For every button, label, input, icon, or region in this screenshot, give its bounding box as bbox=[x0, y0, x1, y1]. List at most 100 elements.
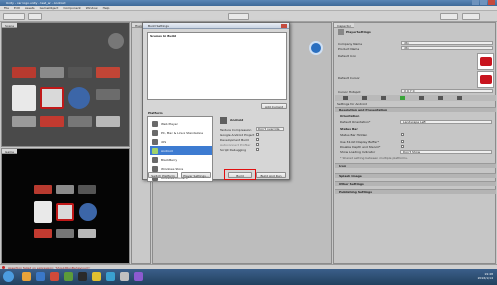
android-logo-icon bbox=[220, 117, 227, 124]
splash-image-section[interactable]: Splash Image bbox=[335, 173, 496, 178]
ios-platform-icon[interactable] bbox=[381, 96, 386, 100]
car-logo-image bbox=[40, 116, 64, 127]
scene-tab[interactable]: Scene bbox=[2, 23, 18, 28]
clock-date: 2016/1/14 bbox=[477, 276, 493, 280]
build-button-highlight bbox=[224, 169, 256, 180]
game-tab[interactable]: Game bbox=[2, 149, 17, 154]
scene-panel: Scene bbox=[1, 22, 130, 147]
maximize-button[interactable] bbox=[480, 0, 487, 5]
menu-help[interactable]: Help bbox=[103, 6, 110, 10]
switch-platform-button[interactable]: Switch Platform bbox=[148, 172, 178, 178]
google-android-project-checkbox[interactable] bbox=[256, 133, 259, 136]
add-current-button[interactable]: Add Current bbox=[261, 103, 287, 109]
mustang-logo-image bbox=[34, 201, 52, 223]
pivot-toggle[interactable] bbox=[28, 13, 42, 20]
car-logo-image bbox=[12, 67, 36, 78]
disable-depth-checkbox[interactable] bbox=[401, 145, 404, 148]
resolution-section[interactable]: Resolution and Presentation bbox=[335, 107, 496, 112]
company-name-field[interactable]: dtn bbox=[401, 41, 493, 45]
webplayer-icon bbox=[152, 120, 158, 127]
transform-tools[interactable] bbox=[3, 13, 25, 20]
show-loading-dropdown[interactable]: Don't Show bbox=[400, 150, 492, 154]
taskbar: 19:48 2016/1/14 bbox=[0, 269, 497, 285]
build-and-run-button[interactable]: Build And Run bbox=[256, 172, 286, 178]
car-logo-image bbox=[96, 116, 120, 127]
menu-file[interactable]: File bbox=[4, 6, 9, 10]
default-orientation-label: Default Orientation* bbox=[340, 120, 371, 124]
blackberry-platform-icon[interactable] bbox=[419, 96, 424, 100]
webplayer-platform-icon[interactable] bbox=[362, 96, 367, 100]
cursor-hotspot-field[interactable]: X 0 Y 0 bbox=[401, 89, 493, 93]
car-logo-image bbox=[68, 116, 92, 127]
platform-webplayer[interactable]: Web Player bbox=[150, 119, 212, 128]
app-taskbar-icon-2[interactable] bbox=[106, 272, 115, 281]
platform-android[interactable]: Android bbox=[150, 146, 212, 155]
script-debugging-checkbox[interactable] bbox=[256, 148, 259, 151]
bmw-logo-image bbox=[79, 203, 97, 221]
status-bar-hidden-checkbox[interactable] bbox=[401, 133, 404, 136]
texture-compression-label: Texture Compression bbox=[220, 128, 252, 132]
start-button-icon[interactable] bbox=[3, 271, 14, 282]
inspector-title: PlayerSettings bbox=[346, 30, 371, 34]
player-settings-button[interactable]: Player Settings... bbox=[181, 172, 211, 178]
taskbar-clock[interactable]: 19:48 2016/1/14 bbox=[478, 272, 493, 280]
app-taskbar-icon-4[interactable] bbox=[134, 272, 143, 281]
mustang-logo-image bbox=[12, 85, 36, 111]
play-controls[interactable] bbox=[228, 13, 249, 20]
settings-for-label: Settings for Android bbox=[337, 102, 367, 106]
menu-assets[interactable]: Assets bbox=[25, 6, 35, 10]
menu-edit[interactable]: Edit bbox=[14, 6, 20, 10]
standalone-icon bbox=[152, 129, 158, 136]
media-taskbar-icon[interactable] bbox=[50, 272, 59, 281]
close-window-button[interactable] bbox=[488, 0, 495, 5]
standalone-platform-icon[interactable] bbox=[343, 96, 348, 100]
status-bar-hidden-label: Status Bar Hidden bbox=[340, 133, 368, 137]
inspector-tab[interactable]: Inspector bbox=[334, 23, 354, 28]
app-taskbar-icon[interactable] bbox=[64, 272, 73, 281]
car-logo-image bbox=[56, 185, 74, 194]
product-name-field[interactable]: dtn bbox=[401, 46, 493, 50]
development-build-checkbox[interactable] bbox=[256, 138, 259, 141]
layout-dropdown[interactable] bbox=[462, 13, 480, 20]
dialog-title: Build Settings bbox=[148, 24, 169, 28]
layers-dropdown[interactable] bbox=[440, 13, 458, 20]
windows-store-platform-icon[interactable] bbox=[438, 96, 443, 100]
minimize-button[interactable] bbox=[472, 0, 479, 5]
default-icon-slot[interactable] bbox=[477, 53, 494, 70]
folder-taskbar-icon[interactable] bbox=[92, 272, 101, 281]
icon-section[interactable]: Icon bbox=[335, 163, 496, 168]
menu-gameobject[interactable]: GameObject bbox=[40, 6, 59, 10]
google-android-project-label: Google Android Project bbox=[220, 133, 255, 137]
texture-compression-dropdown[interactable]: Don't override bbox=[256, 127, 284, 131]
player-settings-icon bbox=[338, 29, 344, 35]
app-taskbar-icon-3[interactable] bbox=[120, 272, 129, 281]
menu-window[interactable]: Window bbox=[86, 6, 98, 10]
unity-taskbar-icon[interactable] bbox=[78, 272, 87, 281]
arrow-right-icon[interactable] bbox=[309, 41, 323, 55]
android-platform-icon[interactable] bbox=[400, 96, 405, 100]
platform-blackberry[interactable]: BlackBerry bbox=[150, 155, 212, 164]
show-loading-label: Show Loading Indicator bbox=[340, 150, 376, 154]
publishing-settings-section[interactable]: Publishing Settings bbox=[335, 189, 496, 194]
menu-component[interactable]: Component bbox=[63, 6, 80, 10]
autoconnect-profiler-checkbox[interactable] bbox=[256, 143, 259, 146]
other-settings-section[interactable]: Other Settings bbox=[335, 181, 496, 186]
platform-standalone[interactable]: PC, Mac & Linux Standalone bbox=[150, 128, 212, 137]
windows-phone-platform-icon[interactable] bbox=[457, 96, 462, 100]
browser-taskbar-icon[interactable] bbox=[36, 272, 45, 281]
scene-gizmo-icon[interactable] bbox=[108, 33, 124, 49]
use32bit-checkbox[interactable] bbox=[401, 140, 404, 143]
default-cursor-slot[interactable] bbox=[477, 71, 494, 88]
platform-tabs bbox=[335, 95, 496, 101]
platform-ios[interactable]: iOS bbox=[150, 137, 212, 146]
android-icon bbox=[152, 147, 158, 154]
build-settings-dialog: Build Settings Scenes In Build Add Curre… bbox=[142, 22, 290, 182]
car-logo-image bbox=[78, 185, 96, 194]
script-debugging-label: Script Debugging bbox=[220, 148, 247, 152]
inspector-panel: Inspector PlayerSettings Company Name dt… bbox=[333, 22, 496, 264]
explorer-taskbar-icon[interactable] bbox=[22, 272, 31, 281]
bmw-logo-image bbox=[68, 87, 90, 109]
default-orientation-dropdown[interactable]: Landscape Left bbox=[400, 120, 492, 124]
dialog-close-icon[interactable] bbox=[281, 24, 287, 28]
scenes-in-build-list[interactable]: Scenes In Build bbox=[147, 32, 287, 100]
